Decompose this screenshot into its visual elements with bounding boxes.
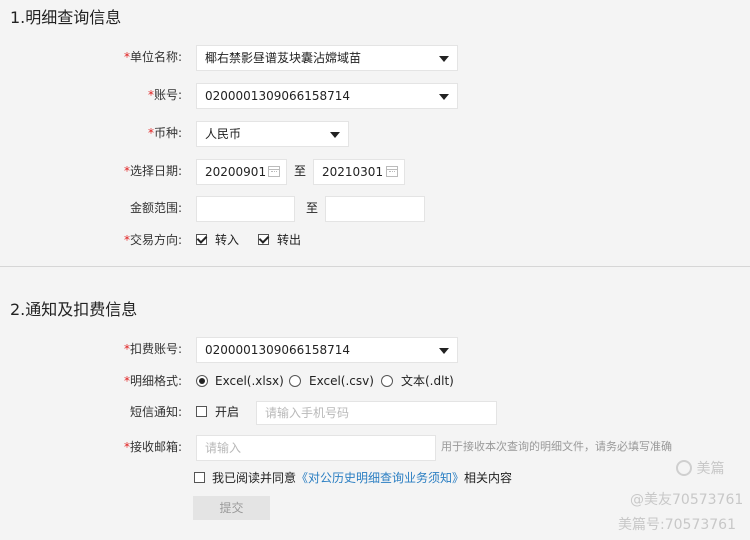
email-input[interactable]: 请输入 [196, 435, 436, 461]
format-csv-radio[interactable] [289, 375, 301, 387]
currency-label-text: 币种: [153, 126, 182, 140]
agreement-suffix: 相关内容 [464, 471, 513, 485]
watermark-logo: 美篇 [676, 458, 736, 478]
meipian-logo-icon [676, 460, 692, 476]
email-label: *接收邮箱: [123, 440, 182, 454]
direction-in-label: 转入 [215, 233, 240, 247]
format-xlsx-radio[interactable] [196, 375, 208, 387]
amount-min-input[interactable] [196, 196, 295, 222]
email-hint: 用于接收本次查询的明细文件，请务必填写准确 [441, 440, 672, 453]
unit-name-label-text: 单位名称: [129, 50, 182, 64]
start-date-value: 20200901 [205, 165, 267, 179]
agreement-checkbox[interactable] [194, 472, 205, 483]
format-dlt-label: 文本(.dlt) [401, 374, 454, 388]
account-label-text: 账号: [153, 88, 182, 102]
date-label-text: 选择日期: [129, 164, 182, 178]
account-select[interactable]: 0200001309066158714 [196, 83, 458, 109]
agreement-prefix: 我已阅读并同意 [212, 471, 297, 485]
fee-account-label: *扣费账号: [123, 342, 182, 356]
calendar-icon[interactable] [386, 166, 398, 177]
format-dlt-radio[interactable] [381, 375, 393, 387]
section-title-query: 1.明细查询信息 [10, 8, 122, 27]
chevron-down-icon [330, 132, 340, 138]
date-separator: 至 [294, 164, 307, 178]
date-label: *选择日期: [123, 164, 182, 178]
chevron-down-icon [439, 348, 449, 354]
sms-enable-checkbox[interactable] [196, 406, 207, 417]
watermark-id: 美篇号:70573761 [618, 517, 736, 533]
account-label: *账号: [147, 88, 182, 102]
submit-button[interactable]: 提交 [193, 496, 270, 520]
watermark-brand: 美篇 [696, 461, 725, 477]
currency-label: *币种: [147, 126, 182, 140]
format-label-text: 明细格式: [129, 374, 182, 388]
start-date-input[interactable]: 20200901 [196, 159, 287, 185]
amount-label: 金额范围: [129, 201, 182, 215]
fee-account-label-text: 扣费账号: [129, 342, 182, 356]
email-label-text: 接收邮箱: [129, 440, 182, 454]
direction-in-checkbox[interactable] [196, 234, 207, 245]
section-title-notify: 2.通知及扣费信息 [10, 300, 138, 319]
calendar-icon[interactable] [268, 166, 280, 177]
unit-name-select[interactable]: 椰右禁影昼谱芨块囊沾嫦域苗 [196, 45, 458, 71]
watermark-user: @美友70573761 [630, 492, 744, 508]
amount-max-input[interactable] [325, 196, 425, 222]
section-divider [0, 266, 750, 267]
unit-name-value: 椰右禁影昼谱芨块囊沾嫦域苗 [205, 51, 362, 65]
currency-select[interactable]: 人民币 [196, 121, 349, 147]
amount-separator: 至 [306, 201, 319, 215]
agreement-link[interactable]: 《对公历史明细查询业务须知》 [296, 471, 464, 485]
currency-value: 人民币 [205, 127, 242, 141]
direction-out-checkbox[interactable] [258, 234, 269, 245]
format-label: *明细格式: [123, 374, 182, 388]
sms-label: 短信通知: [129, 405, 182, 419]
phone-input[interactable]: 请输入手机号码 [256, 401, 497, 425]
direction-label: *交易方向: [123, 233, 182, 247]
phone-placeholder: 请输入手机号码 [265, 406, 350, 420]
direction-label-text: 交易方向: [129, 233, 182, 247]
account-value: 0200001309066158714 [205, 89, 351, 103]
chevron-down-icon [439, 56, 449, 62]
fee-account-select[interactable]: 0200001309066158714 [196, 337, 458, 363]
fee-account-value: 0200001309066158714 [205, 343, 351, 357]
sms-enable-label: 开启 [215, 405, 240, 419]
end-date-input[interactable]: 20210301 [313, 159, 405, 185]
direction-out-label: 转出 [277, 233, 302, 247]
chevron-down-icon [439, 94, 449, 100]
end-date-value: 20210301 [322, 165, 384, 179]
unit-name-label: *单位名称: [123, 50, 182, 64]
format-xlsx-label: Excel(.xlsx) [215, 374, 284, 388]
format-csv-label: Excel(.csv) [309, 374, 374, 388]
email-placeholder: 请输入 [205, 441, 242, 455]
agreement-text: 我已阅读并同意《对公历史明细查询业务须知》相关内容 [212, 466, 512, 490]
